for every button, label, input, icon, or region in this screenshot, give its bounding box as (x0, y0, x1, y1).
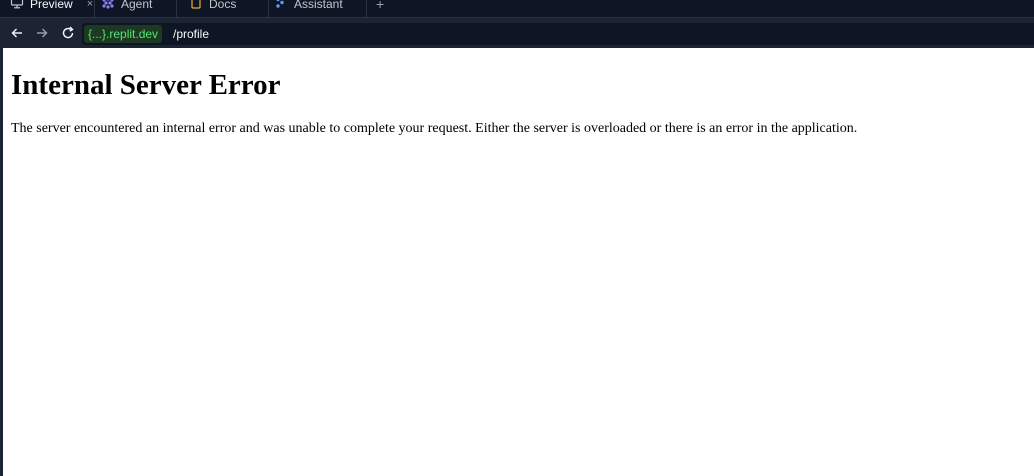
domain-badge[interactable]: {...}.replit.dev (84, 25, 163, 43)
tab-divider (268, 0, 269, 17)
tab-label: Preview (30, 0, 73, 11)
reload-icon (62, 26, 74, 39)
assistant-icon (274, 0, 288, 9)
tab-label: Docs (209, 0, 237, 11)
tab-docs[interactable]: Docs (189, 0, 236, 17)
url-path[interactable]: /profile (173, 25, 209, 43)
tab-assistant[interactable]: Assistant (274, 0, 343, 17)
tab-label: Assistant (294, 0, 343, 11)
tab-bar: Preview × Agent Docs Assistant + (0, 0, 1034, 17)
document-icon (189, 0, 203, 9)
tab-label: Agent (121, 0, 153, 11)
back-button[interactable] (8, 24, 26, 42)
tab-agent[interactable]: Agent (101, 0, 152, 17)
tab-divider (94, 0, 95, 17)
monitor-icon (10, 0, 24, 9)
preview-viewport: Internal Server Error The server encount… (3, 48, 1034, 476)
new-tab-button[interactable]: + (376, 0, 384, 12)
page-title: Internal Server Error (11, 69, 281, 101)
arrow-right-icon (37, 28, 48, 38)
url-field[interactable]: {...}.replit.dev /profile (82, 23, 1034, 45)
forward-button[interactable] (33, 24, 51, 42)
reload-button[interactable] (59, 24, 77, 42)
agent-icon (101, 0, 115, 9)
url-bar: {...}.replit.dev /profile (0, 17, 1034, 48)
tab-divider (366, 0, 367, 17)
arrow-left-icon (11, 28, 22, 38)
tab-divider (176, 0, 177, 17)
tab-preview[interactable]: Preview × (10, 0, 93, 17)
error-message: The server encountered an internal error… (11, 121, 858, 136)
close-icon[interactable]: × (87, 0, 93, 10)
